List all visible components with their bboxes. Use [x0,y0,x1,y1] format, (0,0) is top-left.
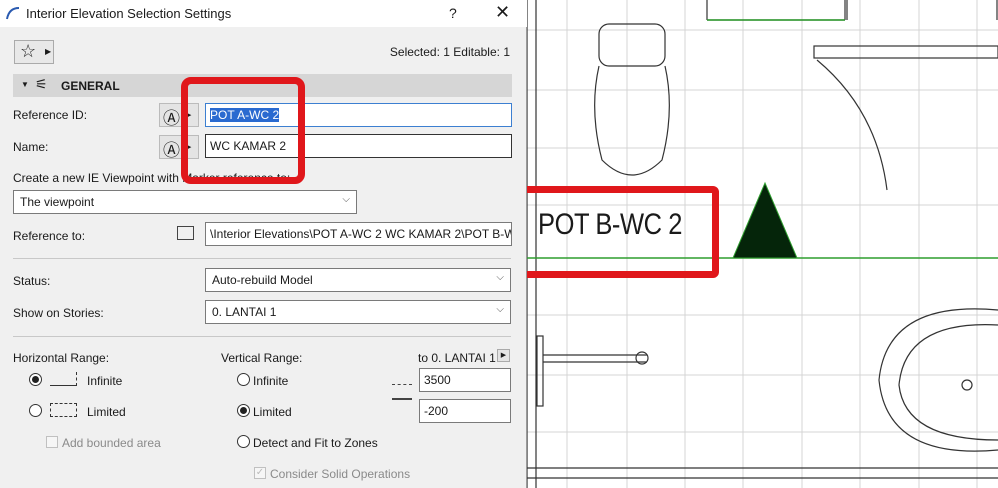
stories-select[interactable]: 0. LANTAI 1 ⌵ [205,300,511,324]
v-limited-radio[interactable] [237,404,250,417]
reference-to-label: Reference to: [13,229,86,243]
v-infinite-label[interactable]: Infinite [253,374,288,388]
status-value: Auto-rebuild Model [212,273,313,287]
reference-id-label: Reference ID: [13,108,88,122]
add-bounded-label: Add bounded area [62,436,161,450]
divider [13,336,511,337]
viewpoint-browse-icon[interactable] [177,226,194,240]
stories-label: Show on Stories: [13,306,104,320]
collapse-triangle-icon: ▼ [21,80,29,89]
arrow-right-icon: ▶ [45,47,52,56]
to-story-label: to 0. LANTAI 1 [418,351,496,365]
status-label: Status: [13,274,51,288]
chevron-down-icon: ⌵ [342,194,350,205]
auto-text-icon: Ⓐ [163,141,180,160]
close-button[interactable]: ✕ [495,2,510,23]
elevation-limits-icon [392,384,412,400]
status-select[interactable]: Auto-rebuild Model ⌵ [205,268,511,292]
section-title: GENERAL [61,79,120,93]
chevron-down-icon: ⌵ [496,304,504,315]
v-infinite-radio[interactable] [237,373,250,386]
general-settings-icon: ⚟ [35,76,48,92]
horizontal-range-label: Horizontal Range: [13,351,110,365]
top-elevation-input[interactable]: 3500 [419,368,511,392]
title-bar: Interior Elevation Selection Settings ? … [0,0,527,27]
annotation-red-box [181,77,305,184]
name-label: Name: [13,140,49,154]
star-icon: ☆ [20,41,37,61]
consider-solid-checkbox: ✓ [254,467,266,479]
selection-info: Selected: 1 Editable: 1 [389,45,510,59]
add-bounded-checkbox [46,436,58,448]
v-detect-radio[interactable] [237,435,250,448]
interior-elevation-settings-dialog: Interior Elevation Selection Settings ? … [0,0,527,488]
favorites-button[interactable]: ☆ ▶ [14,40,54,64]
h-limited-radio[interactable] [29,404,42,417]
consider-solid-label: Consider Solid Operations [270,467,411,481]
auto-text-icon: Ⓐ [163,109,180,128]
reference-to-field: \Interior Elevations\POT A-WC 2 WC KAMAR… [205,222,512,246]
infinite-range-icon [50,372,77,386]
create-viewpoint-select[interactable]: The viewpoint ⌵ [13,190,357,214]
story-menu-button[interactable]: ▶ [497,349,510,362]
dialog-title: Interior Elevation Selection Settings [26,6,232,21]
v-detect-label[interactable]: Detect and Fit to Zones [253,436,378,450]
help-button[interactable]: ? [449,5,457,21]
bottom-elevation-input[interactable]: -200 [419,399,511,423]
annotation-red-box [527,186,719,278]
divider [13,258,511,259]
floor-plan-canvas[interactable]: POT B-WC 2 [527,0,998,488]
stories-value: 0. LANTAI 1 [212,305,277,319]
vertical-range-label: Vertical Range: [221,351,303,365]
create-viewpoint-value: The viewpoint [20,195,95,209]
limited-range-icon [50,403,77,417]
chevron-down-icon: ⌵ [496,272,504,283]
h-infinite-label[interactable]: Infinite [87,374,122,388]
archicad-logo-icon [6,7,20,20]
v-limited-label[interactable]: Limited [253,405,292,419]
h-infinite-radio[interactable] [29,373,42,386]
h-limited-label[interactable]: Limited [87,405,126,419]
